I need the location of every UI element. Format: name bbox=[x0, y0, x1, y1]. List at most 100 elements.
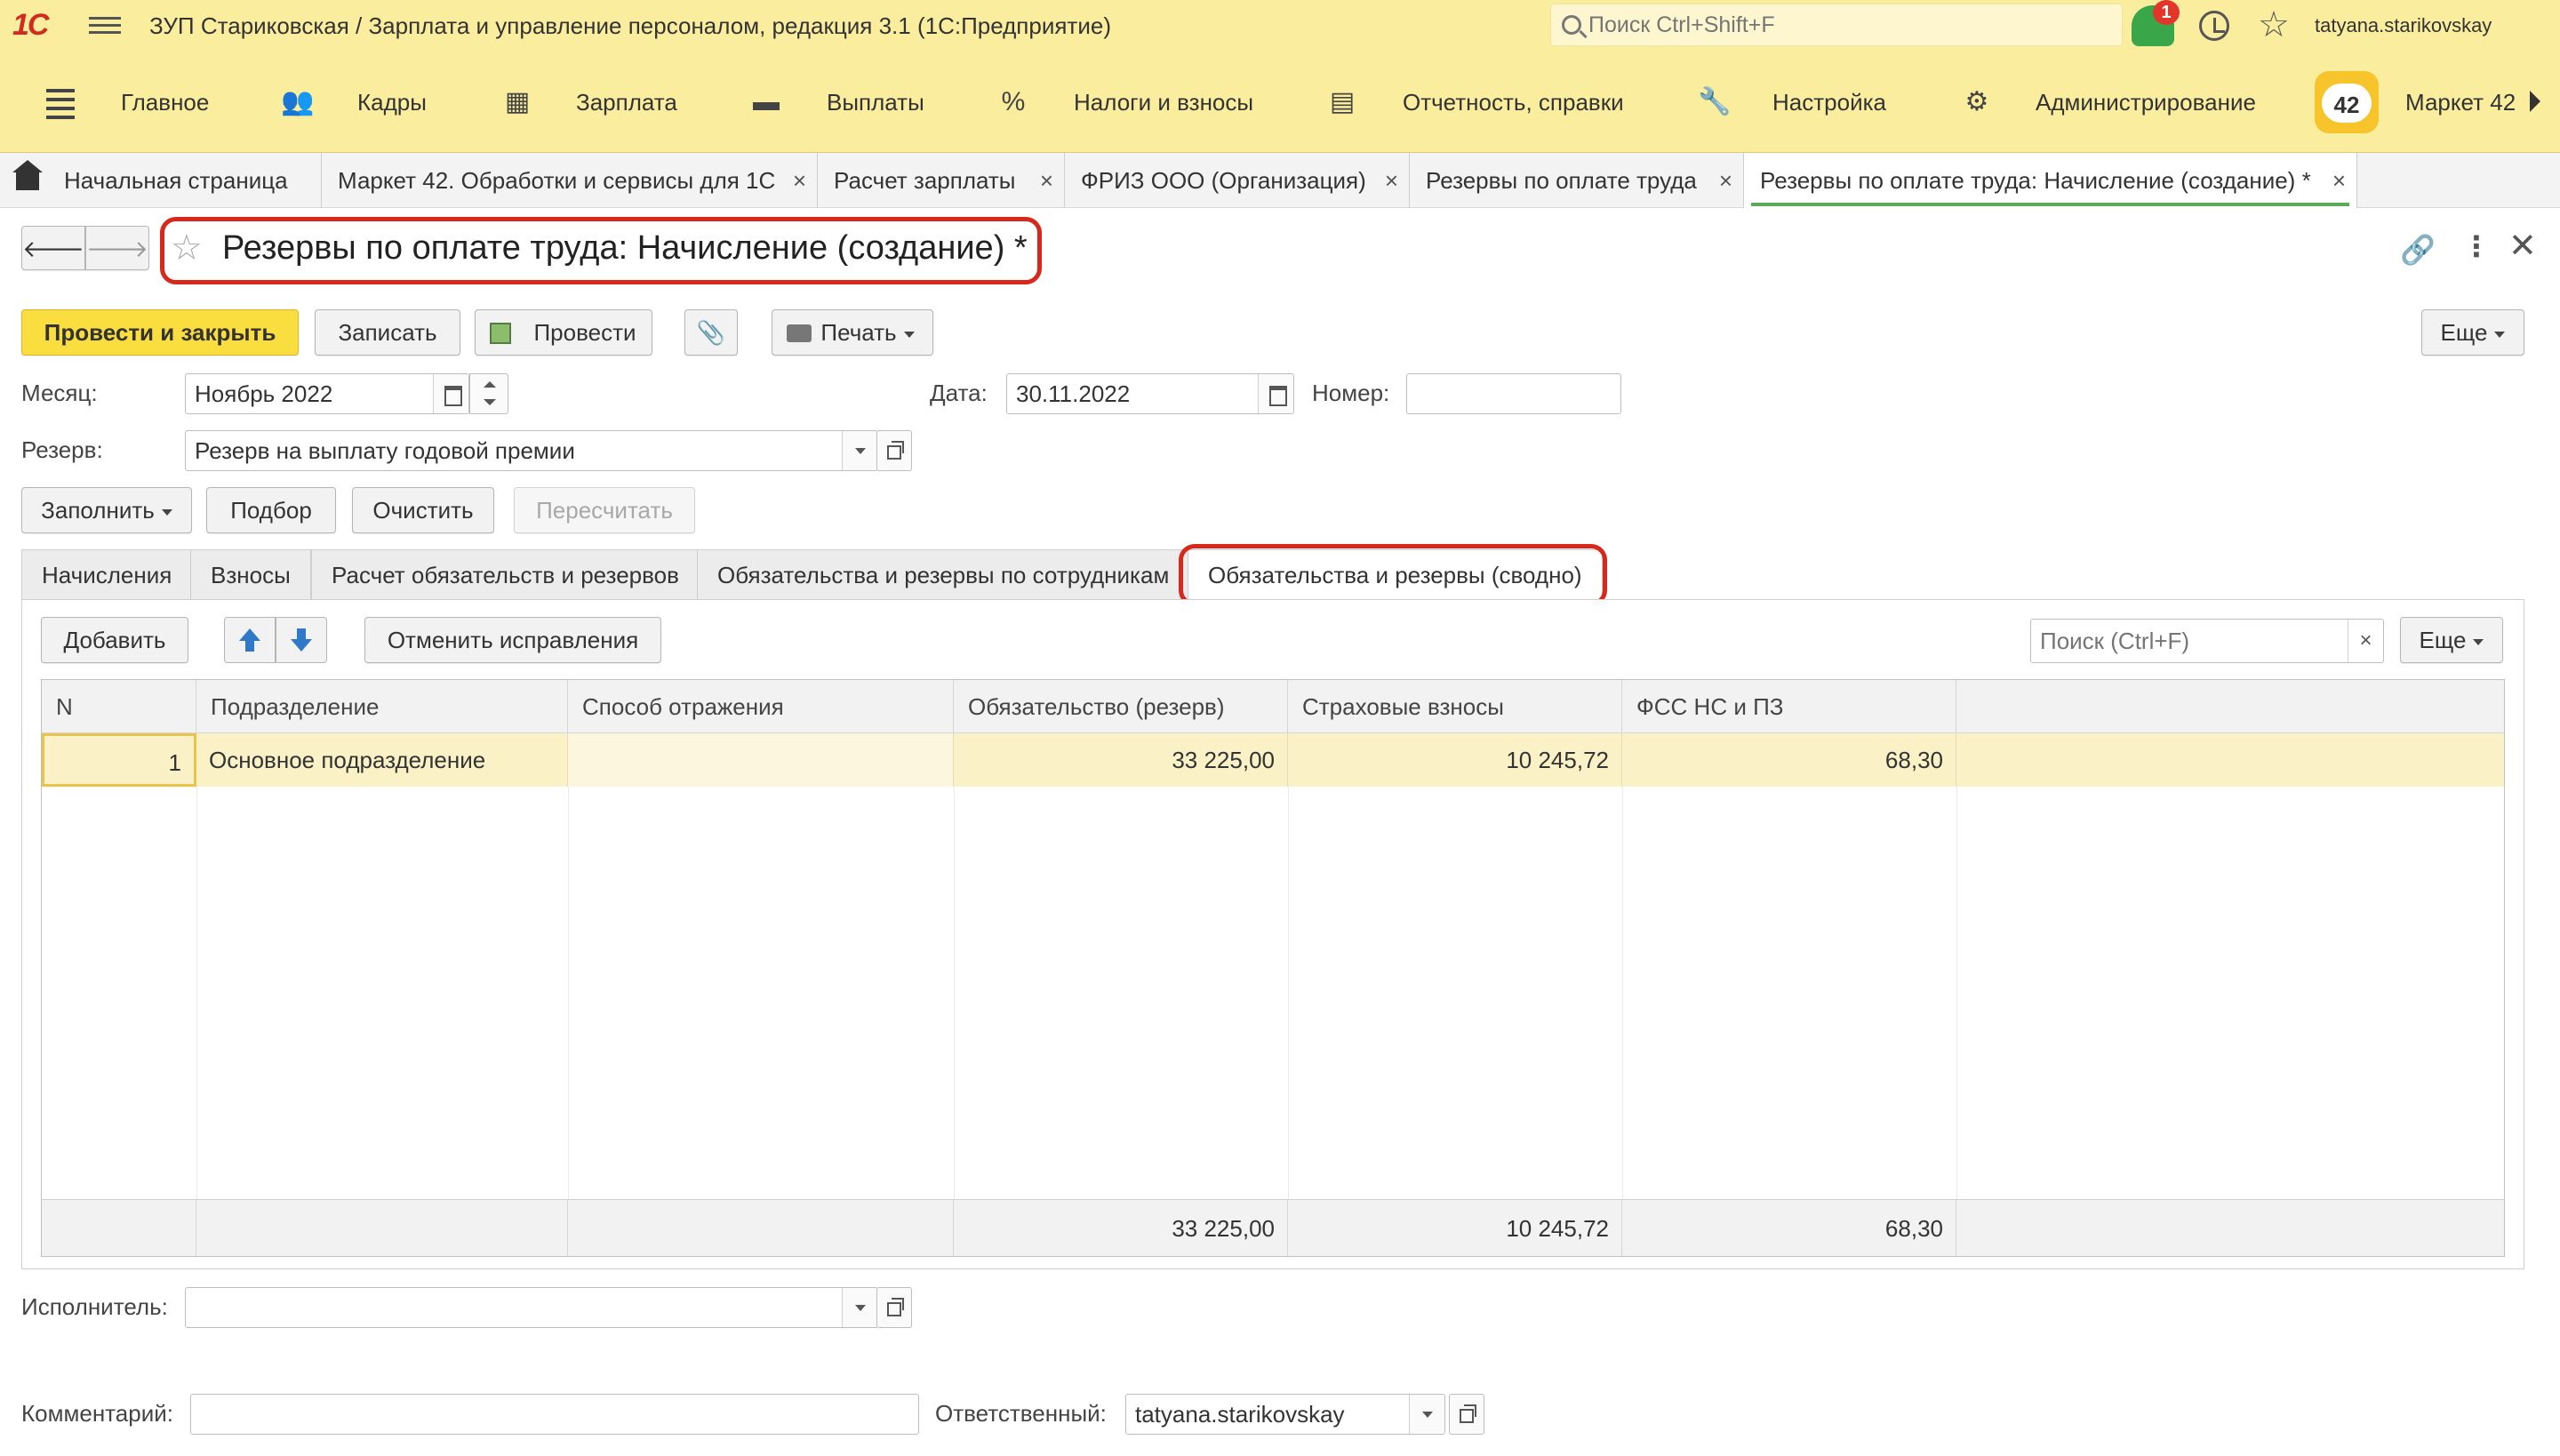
cell-liability[interactable]: 33 225,00 bbox=[954, 733, 1288, 787]
executor-field[interactable] bbox=[185, 1287, 878, 1328]
home-icon bbox=[12, 160, 43, 190]
dropdown-icon[interactable] bbox=[1409, 1395, 1444, 1434]
close-tab-icon[interactable]: × bbox=[1040, 153, 1053, 208]
cell-method[interactable] bbox=[568, 733, 954, 787]
post-and-close-button[interactable]: Провести и закрыть bbox=[21, 309, 299, 356]
comment-field[interactable] bbox=[190, 1394, 919, 1435]
reserve-field[interactable]: Резерв на выплату годовой премии bbox=[185, 430, 878, 471]
section-main[interactable]: Главное bbox=[121, 52, 209, 153]
section-hr[interactable]: Кадры bbox=[357, 52, 427, 153]
month-stepper[interactable] bbox=[469, 373, 508, 414]
close-tab-icon[interactable]: × bbox=[2332, 153, 2346, 208]
select-button[interactable]: Подбор bbox=[206, 487, 336, 533]
current-user[interactable]: tatyana.starikovskay bbox=[2315, 0, 2492, 52]
footer-n bbox=[42, 1199, 196, 1256]
attachment-button[interactable]: 📎 bbox=[684, 309, 738, 356]
cell-fss[interactable]: 68,30 bbox=[1622, 733, 1956, 787]
history-icon[interactable] bbox=[2199, 11, 2229, 41]
print-button[interactable]: Печать bbox=[772, 309, 933, 356]
tab-reserves-list[interactable]: Резервы по оплате труда × bbox=[1410, 153, 1744, 208]
move-down-button[interactable] bbox=[276, 617, 327, 663]
clear-search-icon[interactable]: × bbox=[2348, 620, 2383, 662]
main-menu-icon[interactable] bbox=[89, 12, 121, 39]
fill-button[interactable]: Заполнить bbox=[21, 487, 192, 533]
tab-market42[interactable]: Маркет 42. Обработки и сервисы для 1С × bbox=[322, 153, 818, 208]
grid-search[interactable]: × bbox=[2030, 619, 2384, 663]
market42-icon: 42 bbox=[2315, 71, 2379, 133]
close-icon[interactable]: ✕ bbox=[2508, 226, 2537, 266]
step-down-icon[interactable] bbox=[484, 399, 496, 405]
calendar-icon[interactable] bbox=[1258, 374, 1293, 413]
number-field[interactable] bbox=[1406, 373, 1621, 414]
link-icon[interactable]: 🔗 bbox=[2400, 233, 2436, 267]
printer-icon bbox=[787, 324, 812, 342]
recalculate-button[interactable]: Пересчитать bbox=[514, 487, 695, 533]
dropdown-icon[interactable] bbox=[842, 1288, 877, 1327]
tab-payroll[interactable]: Расчет зарплаты × bbox=[818, 153, 1065, 208]
column-header-insurance[interactable]: Страховые взносы bbox=[1288, 680, 1622, 733]
tab-reserves-document[interactable]: Резервы по оплате труда: Начисление (соз… bbox=[1744, 153, 2357, 208]
more-vertical-icon[interactable]: ⋮ bbox=[2462, 229, 2491, 263]
more-button[interactable]: Еще bbox=[2421, 309, 2524, 356]
tab-organization[interactable]: ФРИЗ ООО (Организация) × bbox=[1065, 153, 1410, 208]
summary-table[interactable]: N Подразделение Способ отражения Обязате… bbox=[41, 679, 2505, 1257]
grid-search-input[interactable] bbox=[2031, 620, 2342, 662]
month-field[interactable]: Ноябрь 2022 bbox=[185, 373, 469, 414]
tab-accruals[interactable]: Начисления bbox=[21, 549, 193, 599]
section-salary[interactable]: Зарплата bbox=[576, 52, 677, 153]
cell-n[interactable]: 1 bbox=[42, 733, 196, 787]
close-tab-icon[interactable]: × bbox=[1719, 153, 1732, 208]
back-button[interactable]: 🡐 bbox=[21, 226, 85, 270]
reserve-label: Резерв: bbox=[21, 436, 103, 463]
column-header-n[interactable]: N bbox=[42, 680, 196, 733]
section-settings[interactable]: Настройка bbox=[1772, 52, 1886, 153]
global-search[interactable] bbox=[1550, 4, 2123, 46]
close-tab-icon[interactable]: × bbox=[1385, 153, 1398, 208]
calendar-icon[interactable] bbox=[433, 374, 468, 413]
tab-by-employees[interactable]: Обязательства и резервы по сотрудникам bbox=[697, 549, 1190, 599]
open-executor-icon[interactable] bbox=[876, 1287, 912, 1328]
column-header-method[interactable]: Способ отражения bbox=[568, 680, 954, 733]
cell-empty bbox=[1956, 733, 2504, 787]
dropdown-icon[interactable] bbox=[842, 431, 877, 470]
tab-contributions[interactable]: Взносы bbox=[190, 549, 311, 599]
section-administration[interactable]: Администрирование bbox=[2036, 52, 2256, 153]
percent-icon: % bbox=[1001, 87, 1026, 116]
footer-empty bbox=[1956, 1199, 2504, 1256]
clear-button[interactable]: Очистить bbox=[352, 487, 494, 533]
add-button[interactable]: Добавить bbox=[41, 617, 188, 663]
people-icon: 👥 bbox=[281, 87, 315, 116]
responsible-field[interactable]: tatyana.starikovskay bbox=[1125, 1394, 1445, 1435]
column-header-liability[interactable]: Обязательство (резерв) bbox=[954, 680, 1288, 733]
column-header-department[interactable]: Подразделение bbox=[196, 680, 568, 733]
move-up-button[interactable] bbox=[224, 617, 276, 663]
close-tab-icon[interactable]: × bbox=[793, 153, 806, 208]
section-taxes[interactable]: Налоги и взносы bbox=[1074, 52, 1253, 153]
column-header-fss[interactable]: ФСС НС и ПЗ bbox=[1622, 680, 1956, 733]
tab-home[interactable]: Начальная страница bbox=[0, 153, 322, 208]
favorite-star-icon[interactable]: ☆ bbox=[171, 228, 203, 268]
step-up-icon[interactable] bbox=[484, 381, 496, 388]
scroll-right-arrow-icon[interactable] bbox=[2530, 91, 2540, 112]
section-payments[interactable]: Выплаты bbox=[827, 52, 924, 153]
favorites-star-icon[interactable]: ☆ bbox=[2258, 2, 2290, 48]
cell-department[interactable]: Основное подразделение bbox=[196, 733, 568, 787]
tab-summary[interactable]: Обязательства и резервы (сводно) bbox=[1188, 549, 1603, 601]
tab-calculation[interactable]: Расчет обязательств и резервов bbox=[311, 549, 700, 599]
forward-button[interactable]: 🡒 bbox=[85, 226, 149, 270]
post-button[interactable]: Провести bbox=[475, 309, 652, 356]
open-reserve-icon[interactable] bbox=[876, 430, 912, 471]
title-bar: 1С ЗУП Стариковская / Зарплата и управле… bbox=[0, 0, 2560, 52]
open-windows-bar: Начальная страница Маркет 42. Обработки … bbox=[0, 153, 2560, 208]
grid-more-button[interactable]: Еще bbox=[2400, 617, 2503, 663]
notifications-count-badge: 1 bbox=[2153, 0, 2180, 25]
date-field[interactable]: 30.11.2022 bbox=[1006, 373, 1294, 414]
section-market42[interactable]: Маркет 42 bbox=[2405, 52, 2516, 153]
section-reports[interactable]: Отчетность, справки bbox=[1403, 52, 1624, 153]
cancel-corrections-button[interactable]: Отменить исправления bbox=[364, 617, 661, 663]
cell-insurance[interactable]: 10 245,72 bbox=[1288, 733, 1622, 787]
save-button[interactable]: Записать bbox=[315, 309, 460, 356]
global-search-input[interactable] bbox=[1587, 10, 2102, 40]
open-responsible-icon[interactable] bbox=[1449, 1394, 1484, 1435]
executor-label: Исполнитель: bbox=[21, 1293, 168, 1320]
